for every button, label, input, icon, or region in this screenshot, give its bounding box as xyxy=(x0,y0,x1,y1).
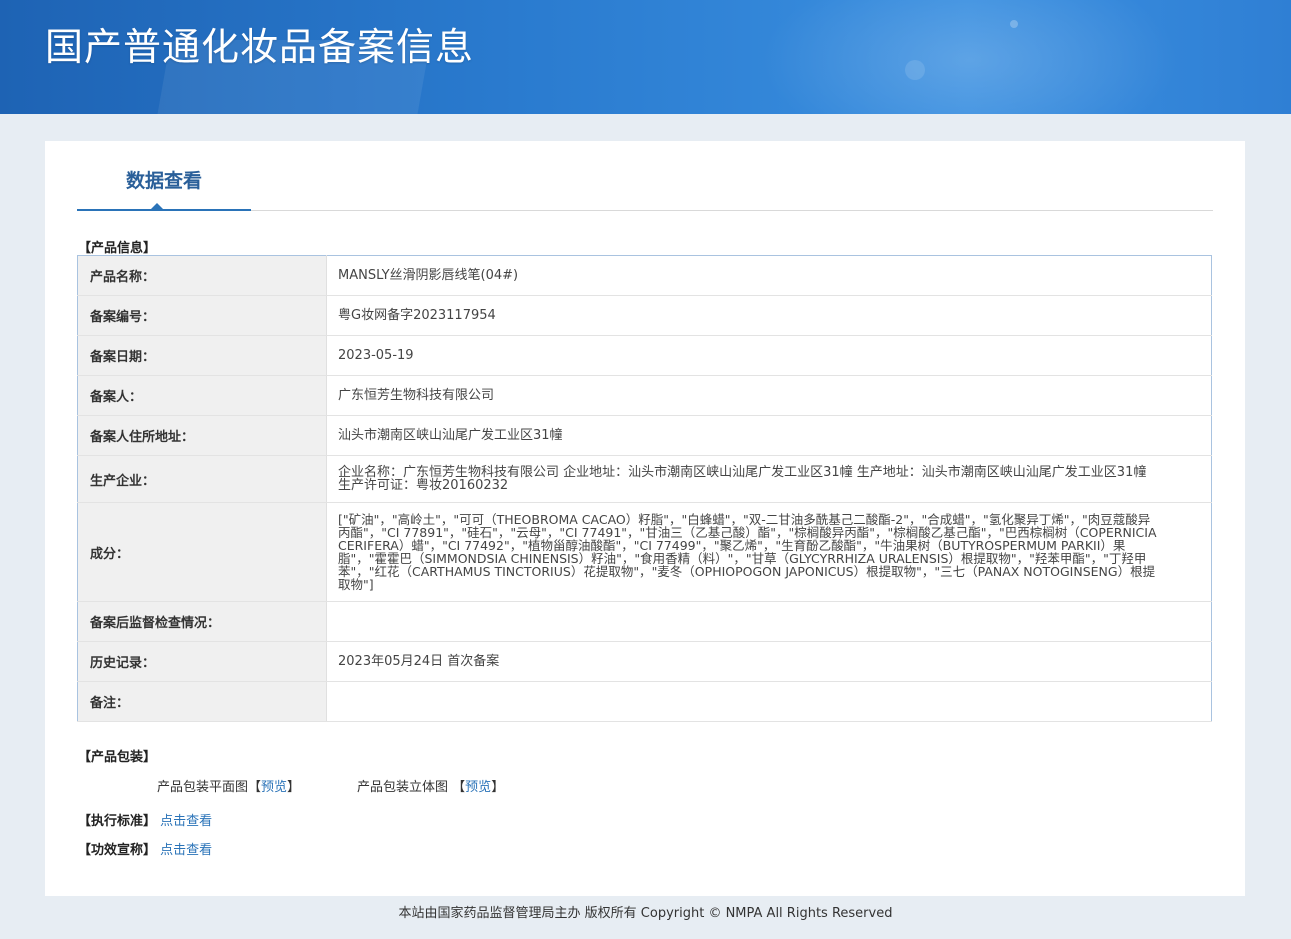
row-label: 成分： xyxy=(77,502,327,602)
table-row: 备案后监督检查情况： xyxy=(77,601,1212,642)
row-value xyxy=(326,601,1212,642)
row-label: 历史记录： xyxy=(77,641,327,682)
package-flat-view: 产品包装平面图【预览】 xyxy=(157,776,300,795)
bracket: 】 xyxy=(287,780,301,795)
section-standard: 【执行标准】 xyxy=(78,814,157,829)
row-value: MANSLY丝滑阴影唇线笔(04#) xyxy=(326,255,1212,296)
table-row: 备案日期： 2023-05-19 xyxy=(77,335,1212,376)
footer-copyright: 本站由国家药品监督管理局主办 版权所有 Copyright © NMPA All… xyxy=(398,906,893,921)
header-decoration xyxy=(1010,20,1018,28)
row-value: 2023年05月24日 首次备案 xyxy=(326,641,1212,682)
package-solid-label: 产品包装立体图 xyxy=(357,780,449,795)
header-decoration xyxy=(760,0,1180,114)
row-label: 备案后监督检查情况： xyxy=(77,601,327,642)
bracket: 】 xyxy=(491,780,505,795)
tab-bar: 数据查看 xyxy=(77,141,1213,211)
row-label: 备案人住所地址： xyxy=(77,415,327,456)
row-value: 广东恒芳生物科技有限公司 xyxy=(326,375,1212,416)
package-flat-label: 产品包装平面图 xyxy=(157,780,249,795)
efficacy-view-link[interactable]: 点击查看 xyxy=(160,843,212,858)
page-header: 国产普通化妆品备案信息 xyxy=(0,0,1291,114)
preview-flat-link[interactable]: 预览 xyxy=(261,780,287,795)
table-row: 产品名称： MANSLY丝滑阴影唇线笔(04#) xyxy=(77,255,1212,296)
row-value: 汕头市潮南区峡山汕尾广发工业区31幢 xyxy=(326,415,1212,456)
product-info-table: 产品名称： MANSLY丝滑阴影唇线笔(04#) 备案编号： 粤G妆网备字202… xyxy=(77,255,1212,722)
row-label: 备案日期： xyxy=(77,335,327,376)
standard-row: 【执行标准】 点击查看 xyxy=(78,810,212,829)
header-decoration xyxy=(905,60,925,80)
row-label: 备注： xyxy=(77,681,327,722)
section-product-info: 【产品信息】 xyxy=(78,241,157,256)
row-label: 备案编号： xyxy=(77,295,327,336)
row-value xyxy=(326,681,1212,722)
tab-data-view[interactable]: 数据查看 xyxy=(77,141,251,211)
row-label: 生产企业： xyxy=(77,455,327,503)
section-product-package: 【产品包装】 xyxy=(78,750,157,765)
preview-solid-link[interactable]: 预览 xyxy=(465,780,491,795)
row-value: 粤G妆网备字2023117954 xyxy=(326,295,1212,336)
site-title: 国产普通化妆品备案信息 xyxy=(45,25,475,69)
row-label: 产品名称： xyxy=(77,255,327,296)
row-label: 备案人： xyxy=(77,375,327,416)
efficacy-row: 【功效宣称】 点击查看 xyxy=(78,839,212,858)
row-value: ["矿油"，"高岭土"，"可可（THEOBROMA CACAO）籽脂"，"白蜂蜡… xyxy=(326,502,1212,602)
bracket: 【 xyxy=(452,780,466,795)
standard-view-link[interactable]: 点击查看 xyxy=(160,814,212,829)
package-solid-view: 产品包装立体图 【预览】 xyxy=(357,776,504,795)
table-row: 备注： xyxy=(77,681,1212,722)
table-row: 备案人住所地址： 汕头市潮南区峡山汕尾广发工业区31幢 xyxy=(77,415,1212,456)
section-efficacy: 【功效宣称】 xyxy=(78,843,157,858)
row-value: 2023-05-19 xyxy=(326,335,1212,376)
bracket: 【 xyxy=(248,780,262,795)
tab-indicator-caret xyxy=(151,203,163,209)
table-row: 历史记录： 2023年05月24日 首次备案 xyxy=(77,641,1212,682)
row-value: 企业名称：广东恒芳生物科技有限公司 企业地址：汕头市潮南区峡山汕尾广发工业区31… xyxy=(326,455,1212,503)
content-panel: 数据查看 【产品信息】 产品名称： MANSLY丝滑阴影唇线笔(04#) 备案编… xyxy=(45,141,1245,896)
tab-label: 数据查看 xyxy=(125,170,202,192)
table-row: 成分： ["矿油"，"高岭土"，"可可（THEOBROMA CACAO）籽脂"，… xyxy=(77,502,1212,602)
table-row: 备案编号： 粤G妆网备字2023117954 xyxy=(77,295,1212,336)
table-row: 备案人： 广东恒芳生物科技有限公司 xyxy=(77,375,1212,416)
table-row: 生产企业： 企业名称：广东恒芳生物科技有限公司 企业地址：汕头市潮南区峡山汕尾广… xyxy=(77,455,1212,503)
